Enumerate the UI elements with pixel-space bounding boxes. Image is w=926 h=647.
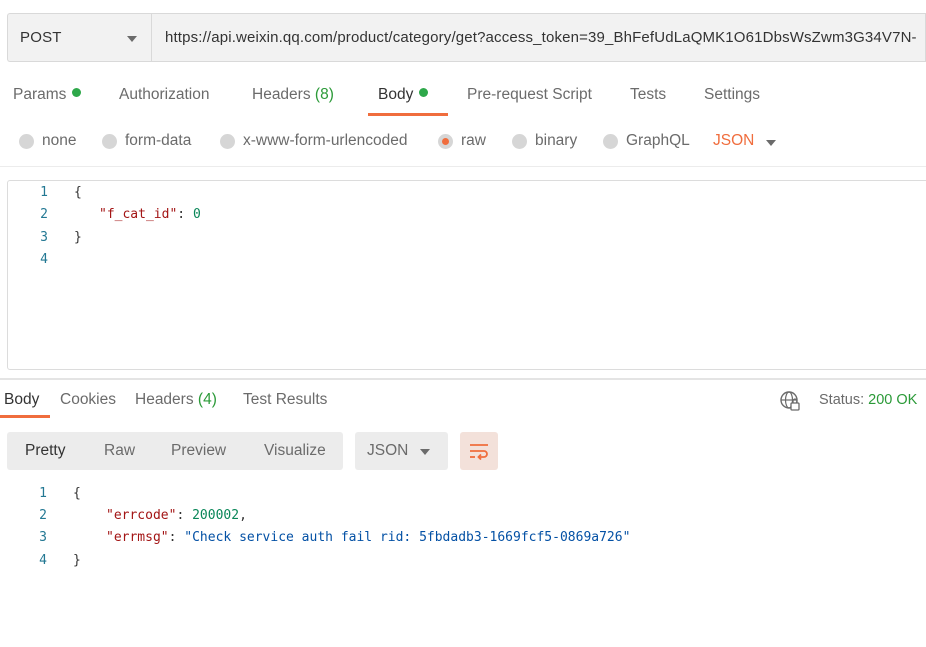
radio-urlencoded-label: x-www-form-urlencoded (243, 132, 408, 149)
response-format-select[interactable]: JSON (355, 432, 448, 470)
tab-prerequest-label: Pre-request Script (467, 86, 592, 103)
line-number: 4 (39, 553, 47, 568)
response-view-toolbar: Pretty Raw Preview Visualize (7, 432, 343, 470)
tab-tests-label: Tests (630, 86, 667, 103)
url-text: https://api.weixin.qq.com/product/catego… (165, 29, 917, 46)
view-raw-button[interactable]: Raw (104, 442, 135, 460)
radio-binary-label: binary (535, 132, 578, 149)
tab-prerequest-script[interactable]: Pre-request Script (467, 86, 592, 104)
raw-format-select[interactable]: JSON (713, 132, 754, 150)
tab-headers-label: Headers (252, 86, 311, 103)
json-key: "f_cat_id" (99, 207, 178, 222)
response-tab-body[interactable]: Body (4, 391, 39, 409)
method-select[interactable]: POST (7, 13, 151, 62)
tab-params[interactable]: Params (13, 86, 82, 104)
response-status: Status: 200 OK (819, 392, 917, 408)
line-number: 2 (39, 508, 47, 523)
radio-none[interactable]: none (19, 132, 76, 150)
radio-form-data-label: form-data (125, 132, 192, 149)
tab-body-label: Body (378, 86, 414, 103)
status-value[interactable]: 200 OK (868, 392, 917, 408)
response-tab-headers[interactable]: Headers (4) (135, 391, 217, 409)
radio-raw[interactable]: raw (438, 132, 486, 150)
request-url-bar: POST https://api.weixin.qq.com/product/c… (7, 13, 926, 62)
divider (0, 166, 926, 167)
radio-circle-icon (220, 133, 235, 149)
response-tab-test-results[interactable]: Test Results (243, 391, 327, 409)
tab-settings-label: Settings (704, 86, 761, 103)
radio-graphql[interactable]: GraphQL (603, 132, 690, 150)
json-line: "f_cat_id": 0 (99, 207, 201, 222)
json-line: "errcode": 200002, (106, 508, 247, 523)
tab-params-label: Params (13, 86, 67, 103)
close-brace: } (74, 230, 82, 245)
radio-binary[interactable]: binary (512, 132, 577, 150)
divider (0, 378, 926, 380)
tab-headers[interactable]: Headers (8) (252, 86, 334, 104)
chevron-down-icon[interactable] (766, 140, 776, 146)
radio-circle-icon (512, 133, 527, 149)
response-format-label: JSON (367, 442, 409, 459)
json-number-value: 200002 (192, 508, 240, 523)
tab-settings[interactable]: Settings (704, 86, 760, 104)
radio-raw-label: raw (461, 132, 486, 149)
chevron-down-icon (420, 449, 430, 455)
view-pretty-button[interactable]: Pretty (25, 442, 65, 460)
url-input[interactable]: https://api.weixin.qq.com/product/catego… (151, 13, 926, 62)
status-dot-icon (72, 88, 82, 97)
radio-circle-icon (102, 133, 117, 149)
radio-circle-icon (19, 133, 34, 149)
status-dot-icon (419, 88, 429, 97)
line-number: 1 (39, 486, 47, 501)
request-tabs: Params Authorization Headers (8) Body Pr… (0, 78, 926, 118)
radio-selected-icon (438, 133, 453, 149)
wrap-lines-icon (470, 444, 488, 460)
headers-count-badge: (8) (314, 86, 334, 103)
json-key: "errmsg" (106, 530, 169, 545)
open-brace: { (74, 185, 82, 200)
active-tab-indicator (368, 113, 448, 116)
globe-lock-icon[interactable] (779, 390, 801, 412)
active-tab-indicator (0, 415, 50, 418)
response-tab-headers-label: Headers (135, 391, 194, 408)
wrap-lines-button[interactable] (460, 432, 498, 470)
json-line: "errmsg": "Check service auth fail rid: … (106, 530, 631, 545)
json-key: "errcode" (106, 508, 177, 523)
method-label: POST (20, 29, 62, 46)
response-tab-cookies[interactable]: Cookies (60, 391, 116, 409)
request-body-editor[interactable]: 1 2 3 4 { "f_cat_id": 0 } (7, 180, 926, 370)
chevron-down-icon (127, 36, 137, 42)
json-number-value: 0 (192, 207, 201, 222)
line-number: 4 (40, 252, 48, 267)
response-headers-count-badge: (4) (197, 391, 217, 408)
line-number: 2 (40, 207, 48, 222)
line-number: 3 (40, 230, 48, 245)
line-number: 3 (39, 530, 47, 545)
response-tabs: Body Cookies Headers (4) Test Results St… (0, 384, 926, 420)
radio-form-data[interactable]: form-data (102, 132, 191, 150)
json-string-value: "Check service auth fail rid: 5fbdadb3-1… (184, 530, 631, 545)
json-colon: : (177, 207, 193, 222)
tab-body[interactable]: Body (378, 86, 429, 104)
line-number: 1 (40, 185, 48, 200)
open-brace: { (73, 486, 81, 501)
body-type-selector: none form-data x-www-form-urlencoded raw… (0, 126, 926, 158)
radio-none-label: none (42, 132, 77, 149)
tab-tests[interactable]: Tests (630, 86, 666, 104)
view-preview-button[interactable]: Preview (171, 442, 226, 460)
response-body-viewer[interactable]: 1 2 3 4 { "errcode": 200002, "errmsg": "… (7, 482, 926, 582)
radio-graphql-label: GraphQL (626, 132, 690, 149)
view-visualize-button[interactable]: Visualize (264, 442, 326, 460)
tab-authorization[interactable]: Authorization (119, 86, 209, 104)
status-label: Status: (819, 392, 865, 408)
close-brace: } (73, 553, 81, 568)
radio-circle-icon (603, 133, 618, 149)
tab-authorization-label: Authorization (119, 86, 210, 103)
radio-urlencoded[interactable]: x-www-form-urlencoded (220, 132, 408, 150)
